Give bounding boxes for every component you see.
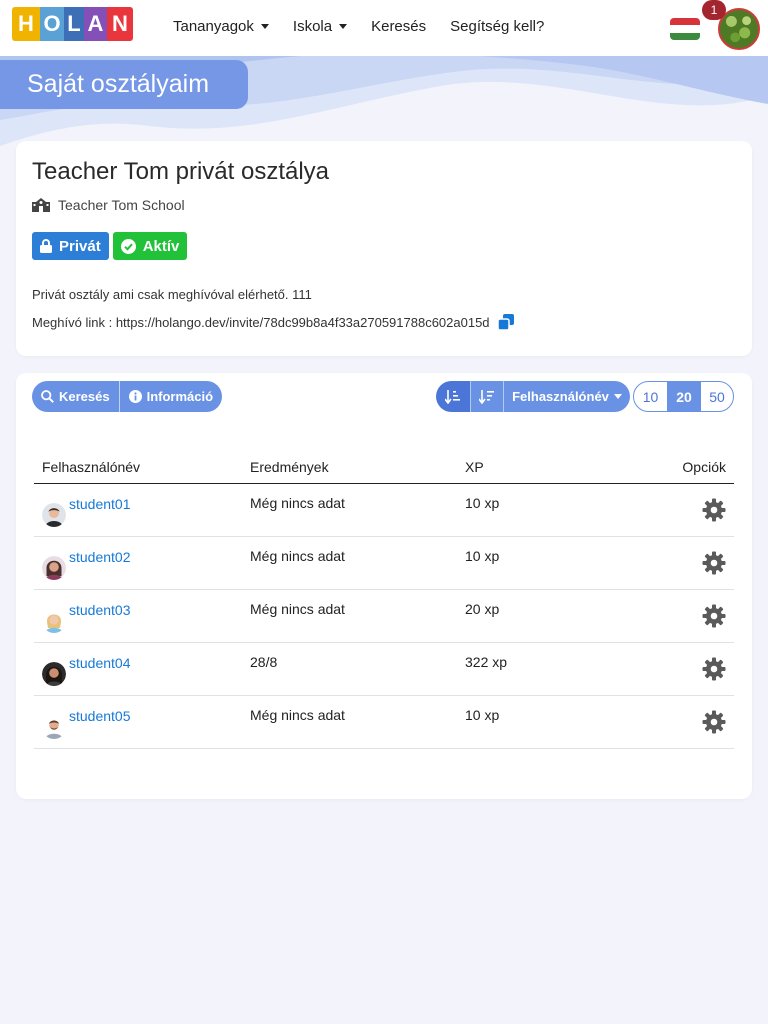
info-button-label: Információ: [146, 389, 214, 404]
xp-cell: 322 xp: [465, 654, 508, 670]
results-cell: Még nincs adat: [250, 601, 345, 617]
student-avatar: [42, 503, 66, 527]
column-header-username[interactable]: Felhasználónév: [34, 459, 250, 475]
info-button[interactable]: Információ: [118, 381, 222, 412]
students-table: Felhasználónév Eredmények XP Opciók stud…: [34, 451, 734, 749]
sort-descending-button[interactable]: [470, 381, 503, 412]
search-icon: [41, 390, 54, 403]
results-cell: Még nincs adat: [250, 495, 345, 511]
page-title: Saját osztályaim: [0, 60, 248, 109]
column-header-options: Opciók: [682, 459, 726, 475]
username-link[interactable]: student03: [69, 602, 131, 618]
user-cell: student02: [34, 537, 250, 589]
nav-item-label: Segítség kell?: [450, 17, 545, 35]
options-cell: [645, 590, 734, 642]
options-cell: [645, 537, 734, 589]
gear-icon[interactable]: [702, 498, 726, 522]
nav-item-tananyagok[interactable]: Tananyagok: [173, 14, 269, 38]
sort-ascending-icon: [445, 389, 460, 404]
nav-item-label: Tananyagok: [173, 17, 254, 35]
holango-logo[interactable]: HOLAN: [12, 7, 133, 41]
notification-badge[interactable]: 1: [702, 0, 726, 20]
invite-line: Meghívó link : https://holango.dev/invit…: [32, 314, 514, 330]
invite-label: Meghívó link :: [32, 314, 116, 330]
sort-button-group: Felhasználónév: [436, 381, 630, 412]
info-icon: [128, 390, 142, 403]
class-description: Privát osztály ami csak meghívóval elérh…: [32, 287, 312, 302]
options-cell: [645, 696, 734, 748]
gear-icon[interactable]: [702, 551, 726, 575]
results-cell: Még nincs adat: [250, 548, 345, 564]
status-badges: Privát Aktív: [32, 232, 188, 260]
sort-descending-icon: [479, 389, 494, 404]
student-avatar: [42, 556, 66, 580]
options-cell: [645, 643, 734, 695]
table-row: student01 Még nincs adat 10 xp: [34, 484, 734, 537]
table-row: student02 Még nincs adat 10 xp: [34, 537, 734, 590]
class-title: Teacher Tom privát osztálya: [32, 158, 330, 185]
sort-field-label: Felhasználónév: [512, 389, 609, 404]
nav-item-label: Keresés: [371, 17, 427, 35]
table-row: student03 Még nincs adat 20 xp: [34, 590, 734, 643]
page-size-20-button[interactable]: 20: [667, 382, 700, 411]
private-badge: Privát: [32, 232, 109, 260]
username-link[interactable]: student04: [69, 655, 131, 671]
school-name: Teacher Tom School: [58, 197, 185, 213]
user-cell: student05: [34, 696, 250, 748]
username-link[interactable]: student02: [69, 549, 131, 565]
search-button[interactable]: Keresés: [32, 381, 119, 412]
caret-down-icon: [613, 394, 622, 399]
school-icon: [32, 198, 50, 212]
student-avatar: [42, 715, 66, 739]
column-header-xp: XP: [465, 459, 484, 475]
user-cell: student03: [34, 590, 250, 642]
page-size-10-button[interactable]: 10: [634, 382, 667, 411]
table-header-row: Felhasználónév Eredmények XP Opciók: [34, 451, 734, 484]
gear-icon[interactable]: [702, 710, 726, 734]
lock-icon: [40, 239, 52, 253]
options-cell: [645, 484, 734, 536]
class-info-card: Teacher Tom privát osztálya Teacher Tom …: [16, 141, 752, 356]
nav-item-iskola[interactable]: Iskola: [292, 14, 348, 38]
user-cell: student04: [34, 643, 250, 695]
xp-cell: 10 xp: [465, 707, 500, 723]
xp-cell: 10 xp: [465, 495, 500, 511]
student-avatar: [42, 662, 66, 686]
gear-icon[interactable]: [702, 604, 726, 628]
sort-field-dropdown[interactable]: Felhasználónév: [503, 381, 630, 412]
student-avatar: [42, 609, 66, 633]
school-line: Teacher Tom School: [32, 197, 185, 213]
caret-down-icon: [339, 23, 348, 29]
page-size-group: 10 20 50: [633, 381, 734, 412]
caret-down-icon: [260, 23, 269, 29]
main-nav: Tananyagok Iskola Keresés Segítség kell?: [173, 14, 568, 38]
private-badge-label: Privát: [59, 237, 101, 255]
results-cell: Még nincs adat: [250, 707, 345, 723]
username-link[interactable]: student01: [69, 496, 131, 512]
invite-link[interactable]: https://holango.dev/invite/78dc99b8a4f33…: [116, 315, 490, 330]
results-cell: 28/8: [250, 654, 278, 670]
search-button-label: Keresés: [59, 389, 110, 404]
copy-icon[interactable]: [497, 314, 514, 330]
students-card: Keresés Információ Felhasználónév 10 20 …: [16, 373, 752, 799]
xp-cell: 10 xp: [465, 548, 500, 564]
sort-ascending-button[interactable]: [436, 381, 470, 412]
gear-icon[interactable]: [702, 657, 726, 681]
username-link[interactable]: student05: [69, 708, 131, 724]
nav-item-segitseg[interactable]: Segítség kell?: [450, 14, 544, 38]
nav-item-kereses[interactable]: Keresés: [371, 14, 426, 38]
nav-item-label: Iskola: [292, 17, 333, 35]
top-navbar: HOLAN Tananyagok Iskola Keresés Segítség…: [0, 0, 768, 56]
active-badge: Aktív: [112, 232, 188, 260]
table-row: student05 Még nincs adat 10 xp: [34, 696, 734, 749]
active-badge-label: Aktív: [142, 237, 180, 255]
table-row: student04 28/8 322 xp: [34, 643, 734, 696]
page-size-50-button[interactable]: 50: [700, 382, 733, 411]
column-header-results: Eredmények: [250, 459, 329, 475]
xp-cell: 20 xp: [465, 601, 500, 617]
action-button-group: Keresés Információ: [32, 381, 223, 412]
user-cell: student01: [34, 484, 250, 536]
check-circle-icon: [120, 238, 136, 254]
hungary-flag-icon[interactable]: [670, 18, 700, 40]
